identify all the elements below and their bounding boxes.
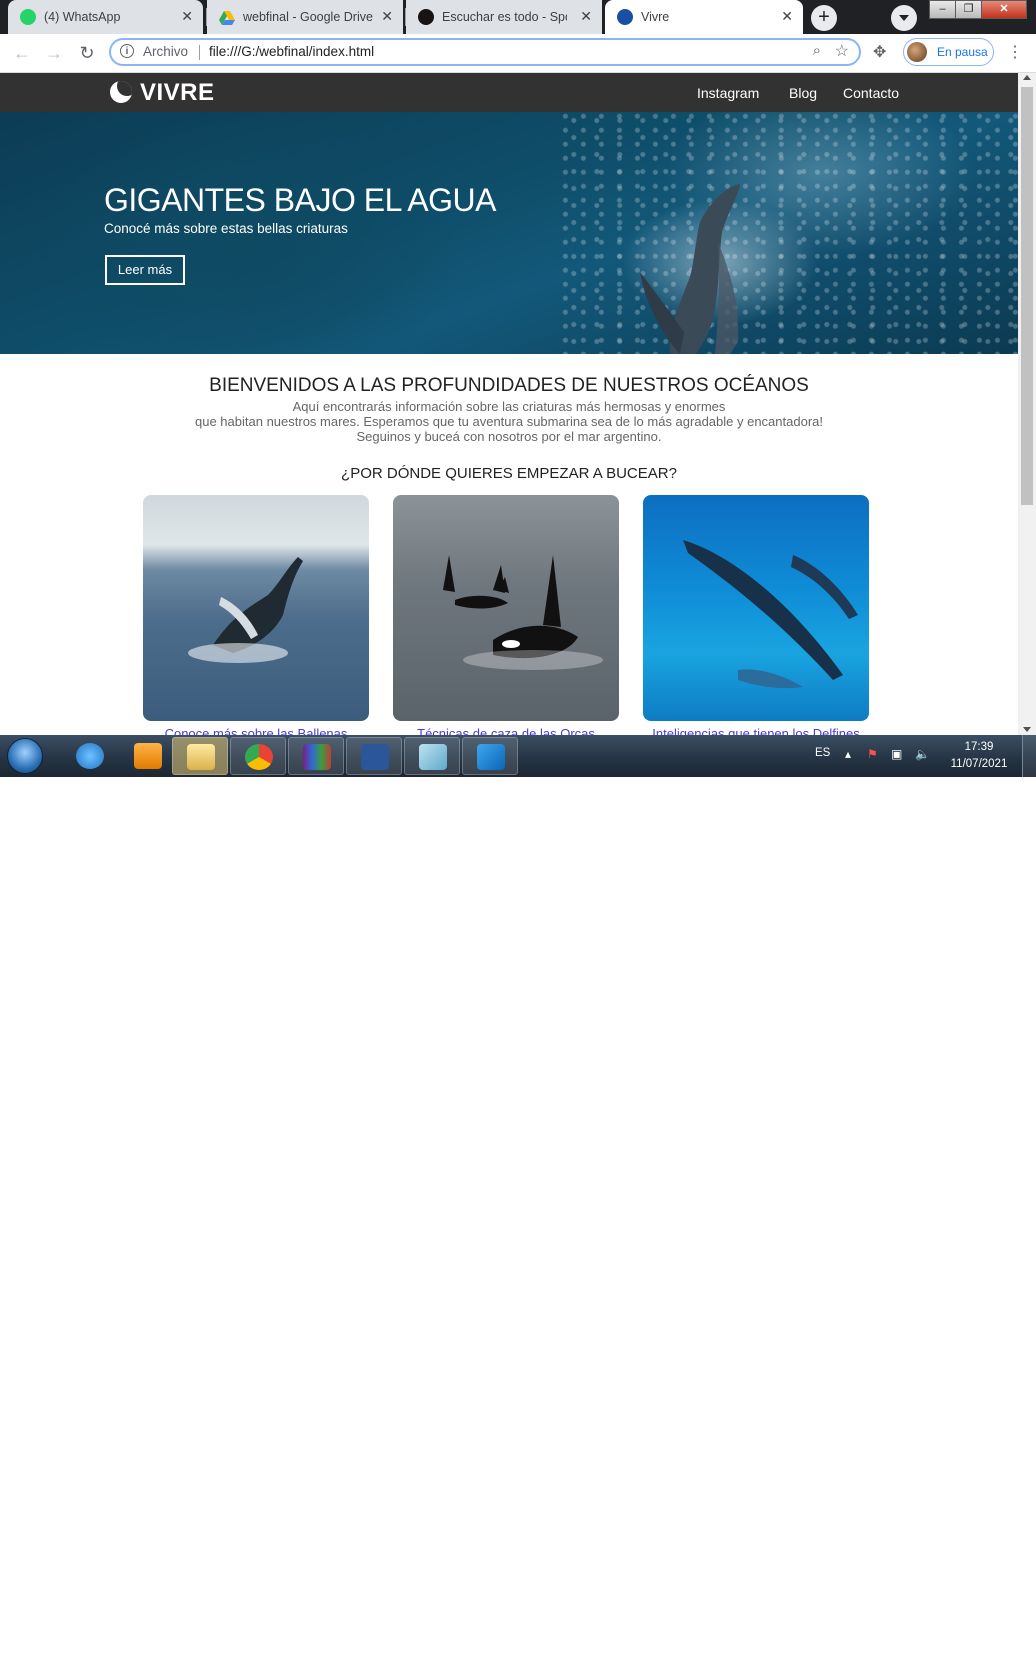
card-link-ballenas[interactable]: Conoce más sobre las Ballenas <box>143 726 369 735</box>
welcome-line: Seguinos y buceá con nosotros por el mar… <box>356 429 662 444</box>
welcome-line: Aquí encontrarás información sobre las c… <box>292 399 726 414</box>
clock-date[interactable]: 11/07/2021 <box>944 758 1014 770</box>
tab-strip: (4) WhatsApp ✕ webfinal - Google Drive ✕… <box>0 0 1036 34</box>
minimize-button[interactable]: ‒ <box>929 0 956 19</box>
start-button[interactable] <box>7 738 43 774</box>
vscode-icon[interactable] <box>462 737 518 775</box>
nav-link-instagram[interactable]: Instagram <box>697 85 759 101</box>
windows-taskbar: ES ▴ ⚑ ▣ 🔈 17:39 11/07/2021 <box>0 735 1036 777</box>
whale-tail-image <box>640 184 740 354</box>
close-icon[interactable]: ✕ <box>781 8 793 25</box>
dolphin-photo[interactable] <box>643 495 869 721</box>
restore-button[interactable]: ❐ <box>955 0 982 19</box>
hero-banner: GIGANTES BAJO EL AGUA Conocé más sobre e… <box>0 112 1018 354</box>
address-divider <box>199 45 200 60</box>
welcome-title: BIENVENIDOS A LAS PROFUNDIDADES DE NUEST… <box>209 375 809 396</box>
word-icon[interactable] <box>346 737 402 775</box>
address-bar[interactable]: i Archivo file:///G:/webfinal/index.html… <box>109 38 861 66</box>
volume-icon[interactable]: 🔈 <box>915 747 930 761</box>
nav-link-contacto[interactable]: Contacto <box>843 85 899 101</box>
file-explorer-icon[interactable] <box>172 737 228 775</box>
google-drive-icon <box>219 9 235 25</box>
action-center-flag-icon[interactable]: ⚑ <box>867 747 878 761</box>
section-heading: ¿POR DÓNDE QUIERES EMPEZAR A BUCEAR? <box>341 465 677 482</box>
card-delfines[interactable]: Inteligencias que tienen los Delfines <box>643 495 869 735</box>
screen: (4) WhatsApp ✕ webfinal - Google Drive ✕… <box>0 0 1036 777</box>
read-more-button[interactable]: Leer más <box>105 255 185 285</box>
extensions-icon[interactable]: ✥ <box>873 42 886 62</box>
close-window-button[interactable]: ✕ <box>981 0 1027 19</box>
security-label: Archivo <box>143 44 189 59</box>
tab-title: (4) WhatsApp <box>44 10 121 24</box>
zoom-icon[interactable]: ⌕ <box>813 42 821 59</box>
chrome-icon[interactable] <box>230 737 286 775</box>
language-indicator[interactable]: ES <box>815 747 830 759</box>
kebab-menu-icon[interactable]: ⋮ <box>1007 42 1023 62</box>
scroll-up-icon[interactable] <box>1023 75 1031 80</box>
site-navbar: VIVRE Instagram Blog Contacto <box>0 73 1018 112</box>
nav-link-blog[interactable]: Blog <box>789 85 817 101</box>
browser-toolbar: ← → ↻ i Archivo file:///G:/webfinal/inde… <box>0 34 1036 73</box>
logo-text: VIVRE <box>140 79 215 106</box>
tab-vivre[interactable]: Vivre ✕ <box>605 0 803 34</box>
moon-icon <box>617 9 633 25</box>
internet-explorer-icon[interactable] <box>62 737 118 775</box>
tab-google-drive[interactable]: webfinal - Google Drive ✕ <box>207 0 403 34</box>
spotify-icon <box>418 9 434 25</box>
show-desktop-button[interactable] <box>1022 735 1036 777</box>
tab-whatsapp[interactable]: (4) WhatsApp ✕ <box>8 0 203 34</box>
card-link-orcas[interactable]: Técnicas de caza de las Orcas <box>393 726 619 735</box>
profile-label: En pausa <box>937 45 988 59</box>
welcome-text: Aquí encontrarás información sobre las c… <box>0 399 1018 444</box>
back-button[interactable]: ← <box>11 42 33 64</box>
media-player-icon[interactable] <box>120 737 176 775</box>
bookmark-star-icon[interactable]: ☆ <box>835 41 849 61</box>
tab-spotify[interactable]: Escuchar es todo - Spotify ✕ <box>406 0 602 34</box>
welcome-line: que habitan nuestros mares. Esperamos qu… <box>195 414 823 429</box>
page-viewport: VIVRE Instagram Blog Contacto GIGANTES B… <box>0 73 1018 735</box>
page-scrollbar[interactable] <box>1018 73 1036 735</box>
scroll-down-icon[interactable] <box>1023 727 1031 732</box>
moon-icon <box>110 81 132 103</box>
clock-time[interactable]: 17:39 <box>954 741 1004 753</box>
orca-photo[interactable] <box>393 495 619 721</box>
info-icon[interactable]: i <box>120 44 134 58</box>
show-hidden-icons-icon[interactable]: ▴ <box>845 747 851 761</box>
card-ballenas[interactable]: Conoce más sobre las Ballenas <box>143 495 369 735</box>
tab-title: Escuchar es todo - Spotify <box>442 10 567 24</box>
card-link-delfines[interactable]: Inteligencias que tienen los Delfines <box>643 726 869 735</box>
network-icon[interactable]: ▣ <box>891 747 902 761</box>
new-tab-button[interactable]: + <box>811 5 837 31</box>
close-icon[interactable]: ✕ <box>381 8 393 25</box>
tab-title: Vivre <box>641 10 670 24</box>
close-icon[interactable]: ✕ <box>580 8 592 25</box>
whale-photo[interactable] <box>143 495 369 721</box>
forward-button[interactable]: → <box>43 42 65 64</box>
scrollbar-thumb[interactable] <box>1021 87 1033 505</box>
tab-title: webfinal - Google Drive <box>243 10 373 24</box>
avatar <box>907 42 927 62</box>
close-icon[interactable]: ✕ <box>181 8 193 25</box>
profile-button[interactable]: En pausa <box>903 38 994 66</box>
app-icon[interactable] <box>404 737 460 775</box>
whatsapp-icon <box>20 9 36 25</box>
reload-button[interactable]: ↻ <box>76 42 98 64</box>
winrar-icon[interactable] <box>288 737 344 775</box>
hero-title: GIGANTES BAJO EL AGUA <box>104 182 496 218</box>
window-controls: ‒ ❐ ✕ <box>929 0 1031 20</box>
card-orcas[interactable]: Técnicas de caza de las Orcas <box>393 495 619 735</box>
hero-subtitle: Conocé más sobre estas bellas criaturas <box>104 221 348 236</box>
tab-search-button[interactable] <box>891 5 917 31</box>
url-text[interactable]: file:///G:/webfinal/index.html <box>209 44 374 59</box>
